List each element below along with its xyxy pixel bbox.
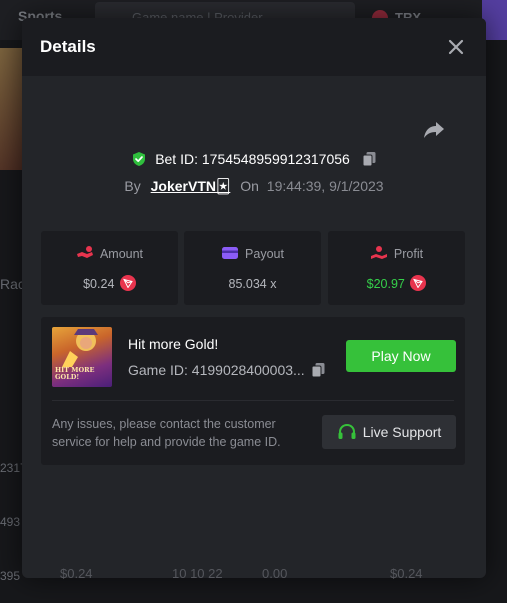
stat-profit-label: Profit [393, 247, 424, 261]
modal-header: Details [22, 18, 486, 76]
stat-profit-value: $20.97 [366, 277, 405, 291]
stat-profit-value-row: $20.97 [328, 275, 465, 293]
stat-amount-header: Amount [41, 245, 178, 263]
bettor-line: By JokerVTN🃏 On 19:44:39, 9/1/2023 [22, 176, 486, 196]
game-id: Game ID: 4199028400003... [128, 362, 305, 378]
background-number: 395 [0, 569, 21, 583]
amount-icon [76, 246, 93, 258]
username-link[interactable]: JokerVTN🃏 [151, 178, 231, 194]
by-label: By [124, 178, 141, 194]
game-card: HIT MORE GOLD! Hit more Gold! Game ID: 4… [41, 317, 465, 465]
modal-title: Details [40, 37, 96, 56]
share-button[interactable] [422, 118, 446, 142]
divider [52, 400, 454, 401]
game-thumbnail[interactable]: HIT MORE GOLD! [52, 327, 112, 387]
payout-icon [222, 247, 239, 259]
close-icon [448, 39, 464, 55]
play-now-button[interactable]: Play Now [346, 340, 456, 372]
stat-payout: Payout 85.034 x [184, 231, 321, 305]
game-title: Hit more Gold! [128, 336, 219, 352]
stat-payout-header: Payout [184, 245, 321, 263]
shield-check-icon [133, 152, 146, 166]
bet-timestamp: 19:44:39, 9/1/2023 [266, 178, 384, 194]
bet-id: Bet ID: 1754548959912317056 [155, 151, 350, 167]
share-icon [424, 122, 444, 138]
profit-icon [370, 246, 387, 259]
copy-icon[interactable] [311, 362, 326, 378]
game-id-line: Game ID: 4199028400003... [128, 362, 326, 378]
bet-details-modal: Details Bet ID: 1754548959912317056 By J… [22, 18, 486, 578]
background-row-value: $0.24 [60, 566, 93, 581]
background-number: 493 [0, 515, 21, 529]
background-row-value: 0.00 [262, 566, 288, 581]
background-row-value: $0.24 [390, 566, 423, 581]
copy-icon[interactable] [362, 151, 377, 167]
stat-amount-label: Amount [99, 247, 144, 261]
trx-coin-icon [119, 275, 136, 291]
background-row-value: 10 10 22 [172, 566, 223, 581]
bet-id-line: Bet ID: 1754548959912317056 [22, 149, 486, 169]
stat-amount-value-row: $0.24 [41, 275, 178, 293]
live-support-label: Live Support [362, 424, 442, 440]
stat-payout-value: 85.034 x [228, 277, 277, 291]
headset-icon [338, 423, 356, 439]
stat-profit: Profit $20.97 [328, 231, 465, 305]
trx-coin-icon [410, 275, 427, 291]
stat-payout-label: Payout [245, 247, 284, 261]
on-label: On [240, 178, 259, 194]
live-support-button[interactable]: Live Support [322, 415, 456, 449]
stat-amount: Amount $0.24 [41, 231, 178, 305]
bet-stats: Amount $0.24 Payout 85.034 x Profit $20.… [41, 231, 465, 305]
background-banner [0, 48, 22, 170]
stat-profit-header: Profit [328, 245, 465, 263]
game-thumbnail-title: HIT MORE GOLD! [55, 366, 95, 381]
close-button[interactable] [446, 37, 466, 57]
game-character-art [62, 329, 98, 367]
stat-amount-value: $0.24 [83, 277, 115, 291]
support-message: Any issues, please contact the customer … [52, 417, 281, 449]
